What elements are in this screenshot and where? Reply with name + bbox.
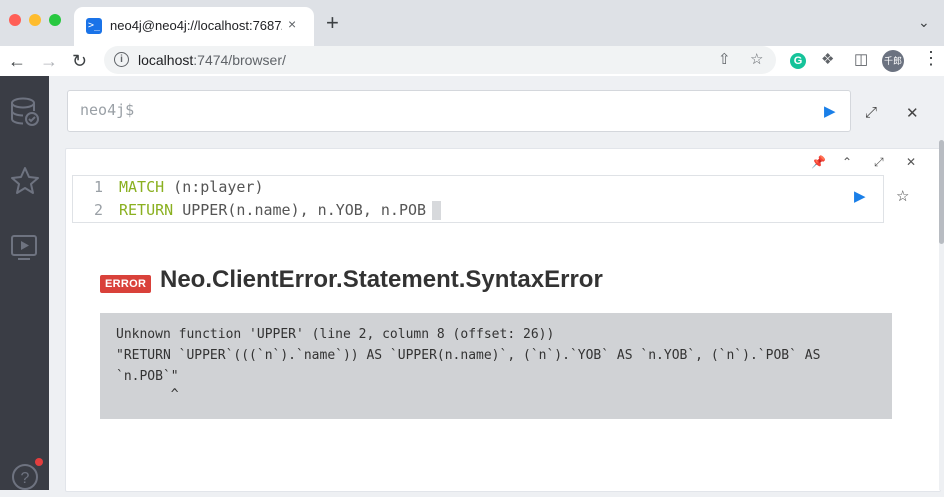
favorites-star-icon[interactable] — [10, 166, 40, 201]
star-icon[interactable]: ☆ — [750, 50, 763, 68]
app-sidebar: ? — [0, 76, 49, 490]
forward-arrow-icon[interactable]: → — [40, 50, 58, 72]
url-host: localhost — [138, 52, 194, 68]
error-line: Unknown function 'UPPER' (line 2, column… — [116, 327, 555, 342]
notification-dot — [35, 458, 43, 466]
chevron-down-icon[interactable]: ⌄ — [918, 14, 930, 31]
maximize-window-button[interactable] — [49, 14, 61, 26]
page-scrollbar[interactable] — [939, 76, 944, 490]
database-icon[interactable] — [10, 96, 40, 133]
sidebar-panel-icon[interactable]: ◫ — [854, 50, 868, 68]
info-icon[interactable]: i — [114, 52, 129, 67]
rerun-query-button[interactable]: ▶ — [854, 187, 866, 205]
error-message-box: Unknown function 'UPPER' (line 2, column… — [100, 313, 892, 419]
code-line: 2 RETURN UPPER(n.name), n.YOB, n.POB — [73, 201, 442, 220]
menu-dots-icon[interactable]: ⋮ — [922, 48, 940, 69]
browser-titlebar: >_ neo4j@neo4j://localhost:7687/ × + ⌄ — [0, 0, 944, 46]
svg-text:?: ? — [21, 470, 30, 487]
share-icon[interactable]: ⇧ — [718, 50, 731, 68]
code-text: (n:player) — [164, 178, 264, 196]
query-input[interactable]: neo4j$ — [80, 101, 134, 119]
frame-query-editor[interactable]: 1 MATCH (n:player) 2 RETURN UPPER(n.name),… — [72, 175, 884, 223]
expand-editor-icon[interactable]: ⤢ — [865, 104, 877, 121]
address-bar[interactable]: i localhost:7474/browser/ ⇧ ☆ — [104, 46, 776, 74]
code-keyword: RETURN — [119, 201, 174, 219]
close-window-button[interactable] — [9, 14, 21, 26]
avatar[interactable]: 千郎 — [882, 50, 904, 72]
browser-tab[interactable]: >_ neo4j@neo4j://localhost:7687/ × — [74, 7, 314, 46]
close-frame-icon[interactable]: ✕ — [906, 155, 916, 169]
help-icon[interactable]: ? — [10, 462, 40, 497]
guides-play-icon[interactable] — [10, 233, 40, 268]
code-keyword: MATCH — [119, 178, 165, 196]
error-title: Neo.ClientError.Statement.SyntaxError — [160, 266, 603, 293]
error-line: `n.POB`" — [116, 369, 179, 384]
url-path: :7474/browser/ — [193, 52, 286, 68]
new-tab-button[interactable]: + — [326, 12, 339, 34]
fullscreen-frame-icon[interactable]: ⤢ — [874, 155, 884, 170]
minimize-window-button[interactable] — [29, 14, 41, 26]
grammarly-extension-icon[interactable]: G — [790, 53, 806, 69]
error-badge: ERROR — [100, 275, 152, 293]
tab-title: neo4j@neo4j://localhost:7687/ — [110, 18, 282, 33]
back-arrow-icon[interactable]: ← — [8, 50, 26, 72]
line-number: 1 — [93, 178, 103, 196]
url-text: localhost:7474/browser/ — [138, 52, 286, 68]
save-favorite-star-icon[interactable]: ☆ — [896, 187, 909, 205]
reload-icon[interactable]: ↻ — [72, 50, 87, 72]
close-tab-icon[interactable]: × — [288, 16, 296, 32]
collapse-frame-icon[interactable]: ⌃ — [842, 155, 852, 169]
error-line: "RETURN `UPPER`(((`n`).`name`)) AS `UPPE… — [116, 348, 821, 363]
pin-icon[interactable]: 📌 — [811, 155, 826, 169]
puzzle-icon[interactable]: ❖ — [821, 50, 834, 68]
text-cursor — [432, 201, 442, 220]
scrollbar-thumb[interactable] — [939, 140, 944, 244]
code-line: 1 MATCH (n:player) — [73, 178, 264, 196]
line-number: 2 — [93, 201, 103, 219]
main-stream: neo4j$ ▶ ⤢ ✕ 📌 ⌃ ⤢ ✕ 1 MATCH (n:player) 2… — [49, 76, 941, 492]
run-query-button[interactable]: ▶ — [824, 102, 836, 120]
query-editor-bar[interactable]: neo4j$ ▶ — [67, 90, 851, 132]
terminal-icon: >_ — [86, 18, 102, 34]
error-line: ^ — [116, 387, 179, 402]
code-text: UPPER(n.name), n.YOB, n.POB — [173, 201, 427, 219]
result-frame: 📌 ⌃ ⤢ ✕ 1 MATCH (n:player) 2 RETURN UPPER(… — [65, 148, 941, 492]
clear-editor-icon[interactable]: ✕ — [906, 104, 919, 122]
